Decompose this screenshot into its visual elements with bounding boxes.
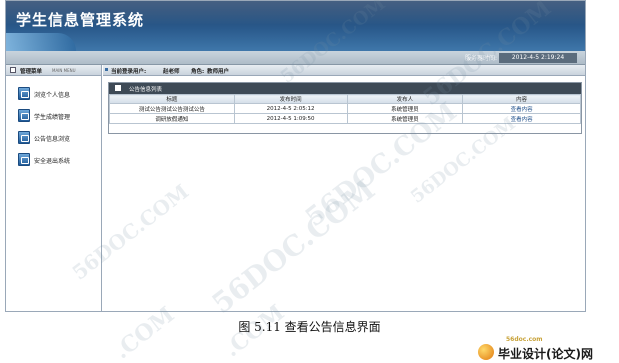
column-header-publisher: 发布人	[346, 94, 464, 104]
server-time-label: 服务器时间:	[464, 55, 497, 62]
role-label: 角色:	[191, 69, 205, 75]
column-header-content: 内容	[462, 94, 581, 104]
person-info-icon	[18, 87, 30, 100]
server-time-bar: 服务器时间: 2012-4-5 2:19:24	[6, 51, 585, 65]
view-content-link[interactable]: 查看内容	[462, 113, 581, 124]
sidebar-item-label: 浏览个人信息	[34, 92, 71, 99]
banner-swoosh	[6, 33, 76, 51]
sidebar-item-grades[interactable]: 学生成绩管理	[18, 109, 98, 123]
app-window: 学生信息管理系统 服务器时间: 2012-4-5 2:19:24 管理菜单 MA…	[5, 0, 586, 312]
notice-publisher-cell: 系统管理员	[346, 113, 464, 124]
role-name: 教师用户	[207, 69, 230, 75]
sidebar-item-notices[interactable]: 公告信息浏览	[18, 131, 98, 145]
logo-ball-icon	[478, 344, 494, 360]
notice-title-cell: 调研放假通知	[109, 113, 235, 124]
sidebar-item-personal-info[interactable]: 浏览个人信息	[18, 87, 98, 101]
notice-time-cell: 2012-4-5 2:05:12	[233, 103, 348, 114]
header-banner: 学生信息管理系统	[6, 1, 585, 51]
column-header-time: 发布时间	[233, 94, 348, 104]
notice-time-cell: 2012-4-5 1:09:50	[233, 113, 348, 124]
notice-icon	[18, 131, 30, 144]
current-user-name: 赵老师	[163, 69, 180, 75]
server-time-value: 2012-4-5 2:19:24	[499, 53, 577, 63]
main-content: 当前登录用户: 赵老师 角色: 教师用户 公告信息列表 标题 发布时间 发布人 …	[103, 65, 585, 311]
notice-publisher-cell: 系统管理员	[346, 103, 464, 114]
figure-caption: 图 5.11 查看公告信息界面	[238, 320, 381, 334]
sidebar-subtitle: MAIN MENU	[52, 68, 76, 73]
logo-text: 毕业设计(论文)网	[498, 347, 593, 361]
sidebar-header: 管理菜单 MAIN MENU	[6, 65, 101, 76]
app-title: 学生信息管理系统	[16, 11, 145, 29]
view-content-link[interactable]: 查看内容	[462, 103, 581, 114]
logo-url: 56doc.com	[506, 336, 543, 343]
sidebar-item-label: 公告信息浏览	[34, 136, 71, 143]
current-user-label: 当前登录用户:	[111, 69, 147, 75]
user-bar: 当前登录用户: 赵老师 角色: 教师用户	[103, 65, 585, 76]
grades-icon	[18, 109, 30, 122]
exit-icon	[18, 153, 30, 166]
sidebar: 管理菜单 MAIN MENU 浏览个人信息 学生成绩管理 公告信息浏览 安全退出…	[6, 65, 102, 311]
panel-square-icon	[115, 85, 121, 91]
panel-header: 公告信息列表	[109, 83, 581, 94]
panel-title: 公告信息列表	[129, 87, 163, 93]
column-header-title: 标题	[109, 94, 235, 104]
footer-logo: 56doc.com 毕业设计(论文)网	[458, 336, 618, 362]
user-bullet-icon	[105, 68, 108, 71]
menu-square-icon	[10, 67, 16, 73]
notice-title-cell: 测试公告测试公告测试公告	[109, 103, 235, 114]
table-row: 测试公告测试公告测试公告 2012-4-5 2:05:12 系统管理员 查看内容	[109, 103, 581, 114]
table-row: 调研放假通知 2012-4-5 1:09:50 系统管理员 查看内容	[109, 113, 581, 124]
sidebar-item-logout[interactable]: 安全退出系统	[18, 153, 98, 167]
sidebar-title: 管理菜单	[20, 69, 43, 75]
sidebar-item-label: 安全退出系统	[34, 158, 71, 165]
table-header-row: 标题 发布时间 发布人 内容	[109, 94, 581, 104]
notice-table: 标题 发布时间 发布人 内容 测试公告测试公告测试公告 2012-4-5 2:0…	[109, 94, 581, 124]
sidebar-item-label: 学生成绩管理	[34, 114, 71, 121]
notice-list-panel: 公告信息列表 标题 发布时间 发布人 内容 测试公告测试公告测试公告 2012-…	[108, 82, 582, 134]
